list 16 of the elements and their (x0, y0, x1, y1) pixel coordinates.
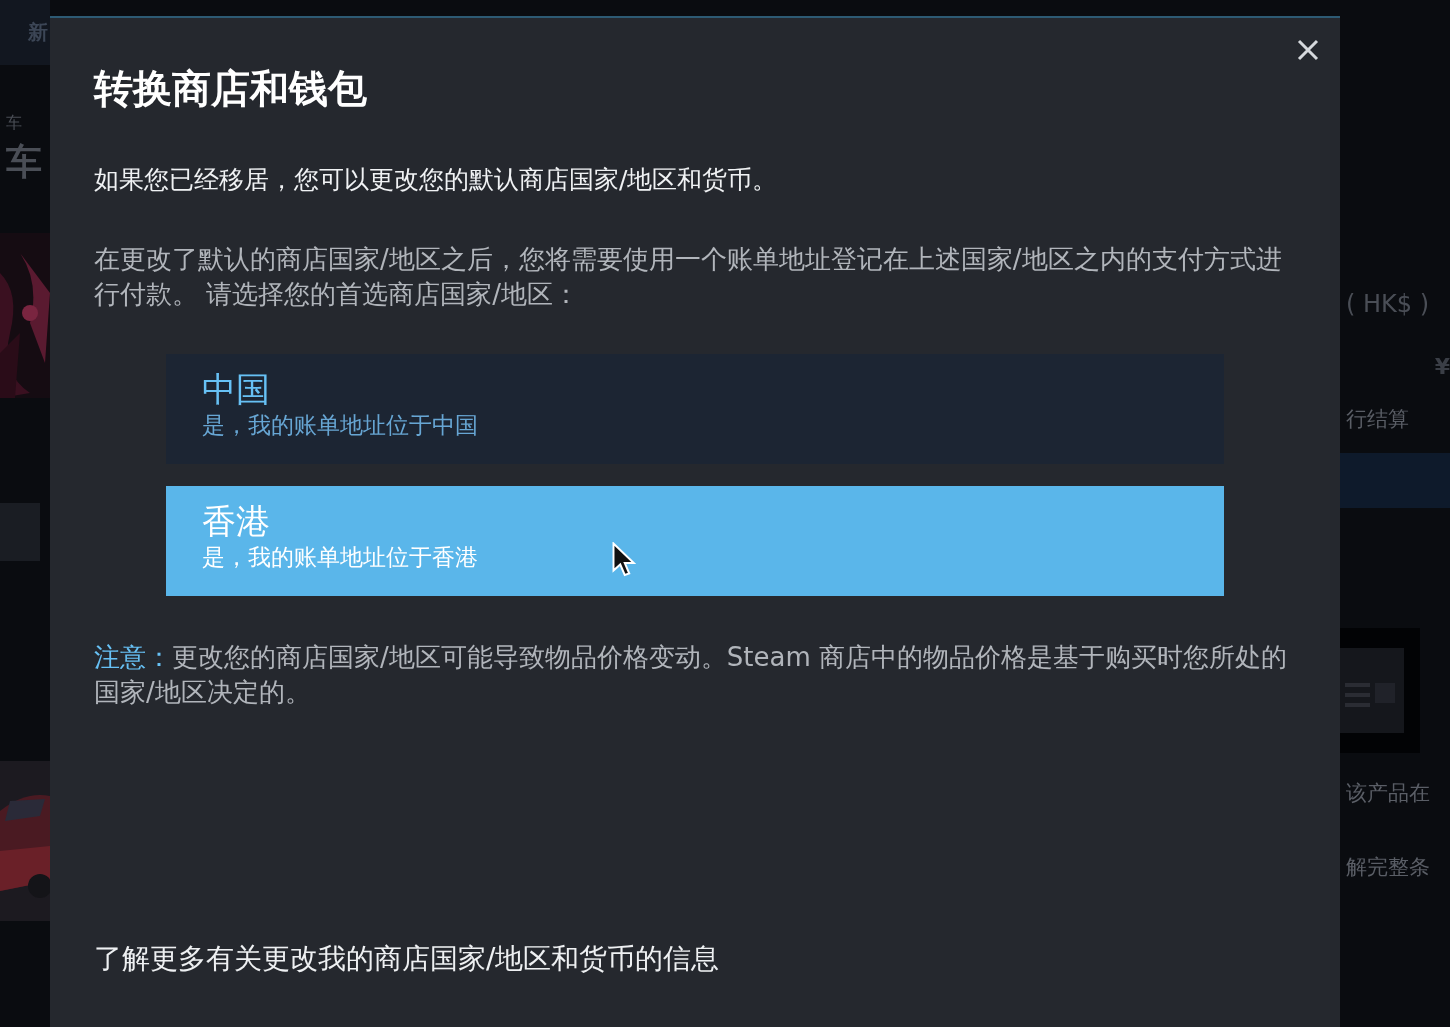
description-text: 在更改了默认的商店国家/地区之后，您将需要使用一个账单地址登记在上述国家/地区之内的支付方式进行付款。 请选择您的首选商店国家/地区： (94, 243, 1283, 311)
page-text: 解完整条 (1346, 854, 1431, 881)
note-text: 注意：更改您的商店国家/地区可能导致物品价格变动。Steam 商店中的物品价格是基于购买时您所处的国家/地区决定的。 (94, 641, 1288, 709)
breadcrumb: 车 (6, 113, 23, 134)
page-text: 该产品在 (1346, 780, 1431, 807)
page-text: 行结算 (1346, 406, 1410, 433)
info-link[interactable]: 了解更多有关更改我的商店国家/地区和货币的信息 (94, 941, 720, 977)
currency-label: ( HK$ ) (1346, 290, 1431, 318)
checkout-button[interactable] (1340, 453, 1450, 508)
intro-text: 如果您已经移居，您可以更改您的默认商店国家/地区和货币。 (94, 164, 779, 196)
price-text: ¥ (1434, 354, 1450, 379)
close-icon[interactable] (1296, 38, 1320, 62)
country-option[interactable]: 中国 是，我的账单地址位于中国 (166, 354, 1224, 464)
dialog-title: 转换商店和钱包 (94, 66, 368, 112)
page-heading: 车 (6, 140, 43, 184)
cursor-icon (612, 542, 636, 578)
